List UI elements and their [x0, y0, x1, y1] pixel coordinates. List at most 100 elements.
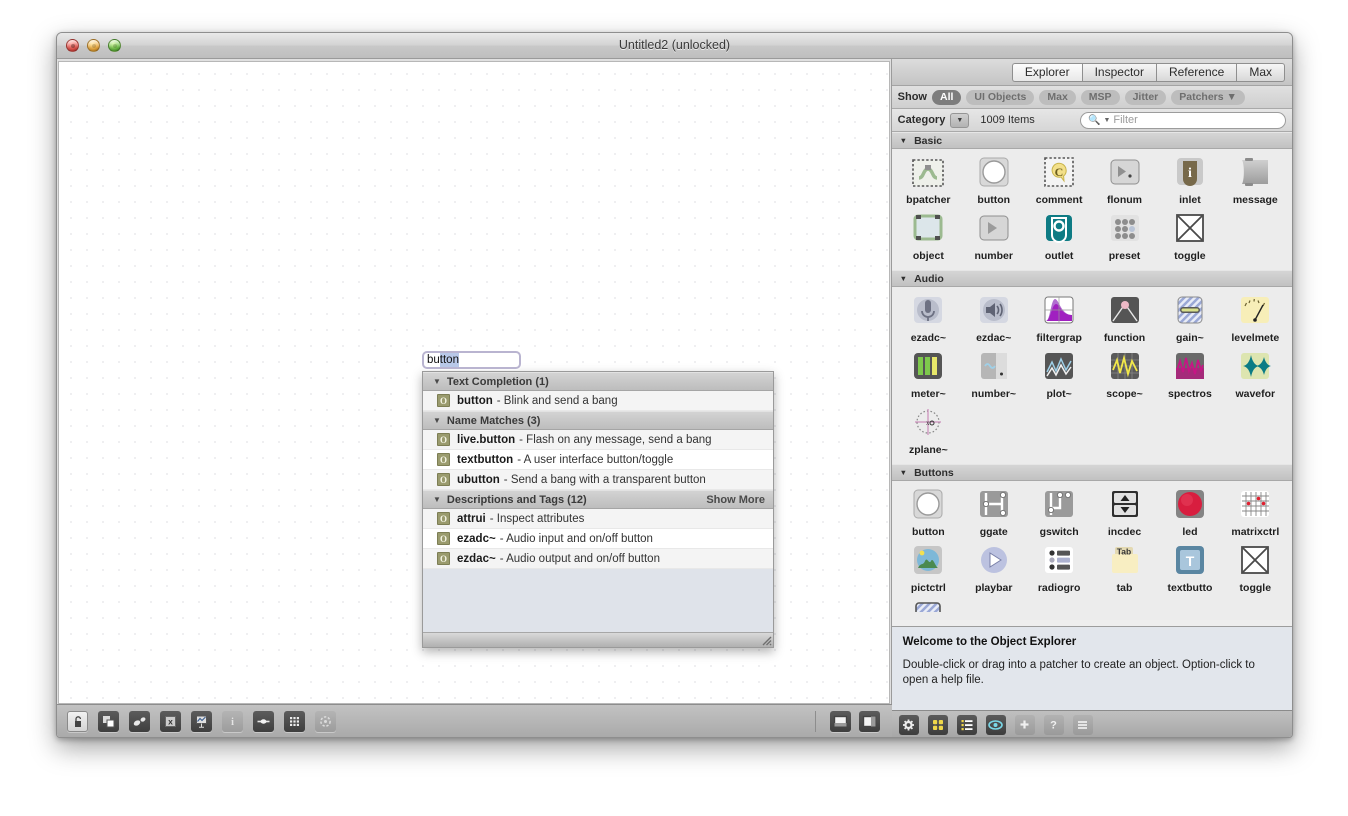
- palette-item-message[interactable]: message: [1223, 154, 1288, 210]
- palette-item-pictctrl[interactable]: pictctrl: [896, 542, 961, 598]
- help-button[interactable]: ?: [1044, 715, 1064, 735]
- tab-explorer[interactable]: Explorer: [1012, 63, 1082, 82]
- palette-item-label: incdec: [1108, 526, 1141, 538]
- palette-item-label: levelmete: [1231, 332, 1279, 344]
- palette-item-numbertilde[interactable]: number~: [961, 348, 1026, 404]
- tab-reference[interactable]: Reference: [1156, 63, 1236, 82]
- resize-grip-icon[interactable]: [759, 633, 772, 646]
- palette-item-button2[interactable]: button: [896, 486, 961, 542]
- filter-label: UI Objects: [974, 91, 1026, 103]
- link-button[interactable]: [253, 711, 274, 732]
- presentation-button[interactable]: [98, 711, 119, 732]
- object-palette[interactable]: ▼ Basic bpatcher: [892, 132, 1292, 626]
- ezdac-icon: [976, 294, 1012, 330]
- chevron-down-icon: ▼: [900, 468, 907, 477]
- palette-item-outlet[interactable]: outlet: [1026, 210, 1091, 266]
- palette-item-filtergraph[interactable]: filtergrap: [1026, 292, 1091, 348]
- section-header-descriptions-and-tags[interactable]: ▼ Descriptions and Tags (12) Show More: [423, 490, 773, 509]
- add-button[interactable]: [1015, 715, 1035, 735]
- section-header-name-matches[interactable]: ▼ Name Matches (3): [423, 411, 773, 430]
- autocomplete-item[interactable]: O ezdac~ - Audio output and on/off butto…: [423, 549, 773, 569]
- autocomplete-item[interactable]: O textbutton - A user interface button/t…: [423, 450, 773, 470]
- palette-item-led[interactable]: led: [1157, 486, 1222, 542]
- palette-item-toggle[interactable]: toggle: [1157, 210, 1222, 266]
- palette-item-matrixctrl[interactable]: matrixctrl: [1223, 486, 1288, 542]
- palette-item-flonum[interactable]: flonum: [1092, 154, 1157, 210]
- filter-ui-objects[interactable]: UI Objects: [966, 90, 1034, 105]
- category-header-basic[interactable]: ▼ Basic: [892, 132, 1292, 149]
- chevron-down-icon: ▼: [956, 117, 963, 124]
- filter-jitter[interactable]: Jitter: [1125, 90, 1167, 105]
- category-dropdown-button[interactable]: ▼: [950, 113, 969, 128]
- grid-view-button[interactable]: [928, 715, 948, 735]
- palette-item-zplane[interactable]: x zplane~: [896, 404, 961, 460]
- tab-max[interactable]: Max: [1236, 63, 1285, 82]
- palette-item-ezadc[interactable]: ezadc~: [896, 292, 961, 348]
- tab-icon: Tab: [1107, 544, 1143, 580]
- filter-all[interactable]: All: [932, 90, 961, 105]
- palette-item-plot[interactable]: plot~: [1026, 348, 1091, 404]
- list-view-button[interactable]: [957, 715, 977, 735]
- section-header-text-completion[interactable]: ▼ Text Completion (1): [423, 372, 773, 391]
- palette-item-incdec[interactable]: incdec: [1092, 486, 1157, 542]
- palette-item-function[interactable]: function: [1092, 292, 1157, 348]
- debug-button[interactable]: [315, 711, 336, 732]
- palette-item-radiogroup[interactable]: radiogro: [1026, 542, 1091, 598]
- patcher-canvas[interactable]: button ▼ Text Completion (1) O button -: [58, 61, 890, 704]
- filter-max[interactable]: Max: [1039, 90, 1075, 105]
- autocomplete-item[interactable]: O live.button - Flash on any message, se…: [423, 430, 773, 450]
- chevron-down-icon: ▼: [433, 495, 441, 504]
- item-name: ubutton: [457, 474, 500, 486]
- search-input[interactable]: 🔍 ▼ Filter: [1080, 112, 1286, 129]
- autocomplete-item[interactable]: O button - Blink and send a bang: [423, 391, 773, 411]
- palette-item-label: gswitch: [1040, 526, 1079, 538]
- object-name-input[interactable]: button: [422, 351, 521, 369]
- autocomplete-item[interactable]: O attrui - Inspect attributes: [423, 509, 773, 529]
- palette-item-meter[interactable]: meter~: [896, 348, 961, 404]
- palette-item-gain[interactable]: gain~: [1157, 292, 1222, 348]
- palette-item-waveform[interactable]: wavefor: [1223, 348, 1288, 404]
- show-more-link[interactable]: Show More: [706, 494, 765, 506]
- object-badge-icon: O: [437, 552, 450, 565]
- info-button[interactable]: i: [222, 711, 243, 732]
- palette-item-object[interactable]: object: [896, 210, 961, 266]
- grid-button[interactable]: [284, 711, 305, 732]
- side-pane-button[interactable]: [859, 711, 880, 732]
- bottom-pane-button[interactable]: [830, 711, 851, 732]
- snapshot-button[interactable]: [191, 711, 212, 732]
- palette-item-comment[interactable]: C comment: [1026, 154, 1091, 210]
- palette-item-spectroscope[interactable]: spectros: [1157, 348, 1222, 404]
- palette-item-ggate[interactable]: ggate: [961, 486, 1026, 542]
- autocomplete-item[interactable]: O ubutton - Send a bang with a transpare…: [423, 470, 773, 490]
- settings-gear-button[interactable]: [899, 715, 919, 735]
- inspector-button[interactable]: [129, 711, 150, 732]
- preview-eye-button[interactable]: [986, 715, 1006, 735]
- palette-item-partial[interactable]: [896, 598, 961, 616]
- palette-item-scope[interactable]: scope~: [1092, 348, 1157, 404]
- filter-patchers[interactable]: Patchers ▼: [1171, 90, 1245, 105]
- palette-item-label: number: [974, 250, 1013, 262]
- autocomplete-item[interactable]: O ezadc~ - Audio input and on/off button: [423, 529, 773, 549]
- category-header-buttons[interactable]: ▼ Buttons: [892, 464, 1292, 481]
- menu-button[interactable]: [1073, 715, 1093, 735]
- debug-icon: [319, 715, 332, 728]
- palette-item-ezdac[interactable]: ezdac~: [961, 292, 1026, 348]
- palette-item-gswitch[interactable]: gswitch: [1026, 486, 1091, 542]
- category-header-audio[interactable]: ▼ Audio: [892, 270, 1292, 287]
- palette-item-playbar[interactable]: playbar: [961, 542, 1026, 598]
- tab-inspector[interactable]: Inspector: [1082, 63, 1156, 82]
- palette-item-toggle2[interactable]: toggle: [1223, 542, 1288, 598]
- filter-msp[interactable]: MSP: [1081, 90, 1120, 105]
- palette-item-levelmeter[interactable]: levelmete: [1223, 292, 1288, 348]
- palette-item-inlet[interactable]: i inlet: [1157, 154, 1222, 210]
- palette-item-label: comment: [1036, 194, 1083, 206]
- palette-item-button[interactable]: button: [961, 154, 1026, 210]
- tab-label: Reference: [1169, 65, 1224, 79]
- palette-item-textbutton[interactable]: T textbutto: [1157, 542, 1222, 598]
- palette-item-tab[interactable]: Tab tab: [1092, 542, 1157, 598]
- palette-item-preset[interactable]: preset: [1092, 210, 1157, 266]
- close-x-button[interactable]: x: [160, 711, 181, 732]
- unlock-button[interactable]: [67, 711, 88, 732]
- palette-item-bpatcher[interactable]: bpatcher: [896, 154, 961, 210]
- palette-item-number[interactable]: number: [961, 210, 1026, 266]
